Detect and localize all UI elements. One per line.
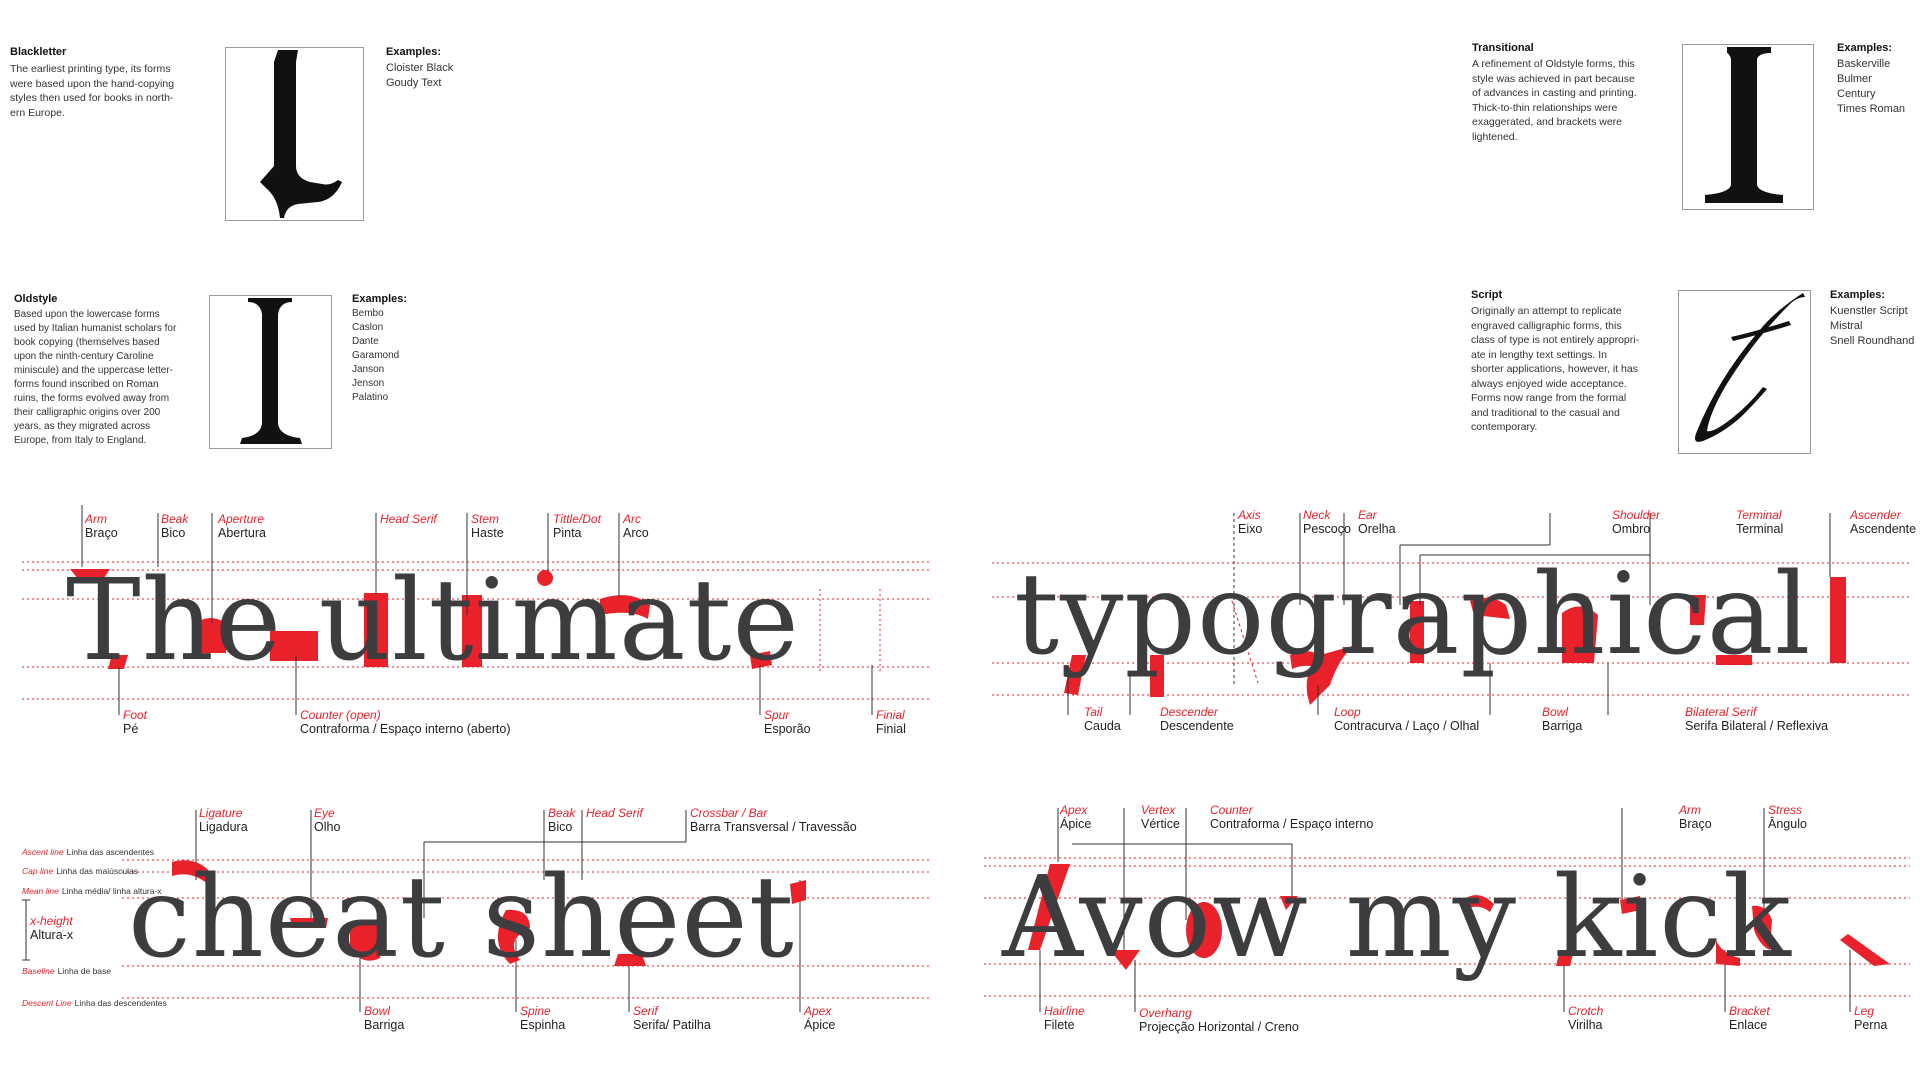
script-glyph-box xyxy=(1678,290,1811,454)
label-shoulder: Shoulder Ombro xyxy=(1612,508,1661,536)
transitional-examples-list: Baskerville Bulmer Century Times Roman xyxy=(1837,57,1905,117)
label-x-height: x-height Altura-x xyxy=(30,914,74,942)
label-tail: Tail Cauda xyxy=(1084,705,1121,733)
label-bilateral-serif: Bilateral Serif Serifa Bilateral / Reflex… xyxy=(1685,705,1829,733)
example-item: Century xyxy=(1837,88,1876,100)
example-item: Cloister Black xyxy=(386,62,454,74)
label-finial: Finial Finial xyxy=(876,708,906,736)
example-item: Baskerville xyxy=(1837,58,1891,70)
label-counter: Counter Contraforma / Espaço interno xyxy=(1210,803,1374,831)
label-aperture: Aperture Abertura xyxy=(218,512,266,540)
oldstyle-description: Based upon the lowercase forms used by I… xyxy=(14,309,177,446)
oldstyle-i-glyph xyxy=(240,298,302,444)
label-bowl-2: Bowl Barriga xyxy=(364,1004,405,1032)
label-head-serif: Head Serif xyxy=(380,512,437,526)
blackletter-examples-heading: Examples: xyxy=(386,46,442,58)
label-apex-2: Apex Ápice xyxy=(804,1004,836,1032)
oldstyle-examples-heading: Examples: xyxy=(352,293,408,305)
script-examples-heading: Examples: xyxy=(1830,289,1886,301)
label-arm-2: Arm Braço xyxy=(1679,803,1712,831)
guide-descent-line: Descent Line Linha das descendentes xyxy=(22,998,167,1008)
specimen-panel-avow-my-kick: Avow my kick xyxy=(980,800,1920,1060)
specimen-panel-cheat-sheet: cheat sheet xyxy=(0,800,940,1060)
label-spur: Spur Esporão xyxy=(764,708,811,736)
guide-mean-line: Mean line Linha média/ linha altura-x xyxy=(22,886,162,896)
label-beak: Beak Bico xyxy=(161,512,189,540)
script-examples-list: Kuenstler Script Mistral Snell Roundhand xyxy=(1830,304,1914,349)
specimen-word: cheat sheet xyxy=(128,853,795,983)
label-spine: Spine Espinha xyxy=(520,1004,566,1032)
specimen-word: The ultimate xyxy=(66,556,800,686)
label-vertex: Vertex Vértice xyxy=(1141,803,1180,831)
example-item: Jenson xyxy=(352,378,385,389)
label-hairline: Hairline Filete xyxy=(1044,1004,1085,1032)
blackletter-examples-list: Cloister Black Goudy Text xyxy=(386,61,453,91)
guide-ascent-line: Ascent line Linha das ascendentes xyxy=(22,847,155,857)
label-arm: Arm Braço xyxy=(85,512,118,540)
script-description: Originally an attempt to replicate engra… xyxy=(1471,305,1640,433)
label-apex: Apex Ápice xyxy=(1060,803,1092,831)
label-overhang: Overhang Projecção Horizontal / Creno xyxy=(1139,1006,1299,1034)
example-item: Dante xyxy=(352,336,379,347)
label-crossbar: Crossbar / Bar Barra Transversal / Traves… xyxy=(690,806,857,834)
example-item: Kuenstler Script xyxy=(1830,305,1908,317)
example-item: Bulmer xyxy=(1837,73,1872,85)
label-tittle: Tittle/Dot Pinta xyxy=(553,512,601,540)
example-item: Caslon xyxy=(352,322,384,333)
label-foot: Foot Pé xyxy=(123,708,148,736)
label-arc: Arc Arco xyxy=(623,512,649,540)
label-ligature: Ligature Ligadura xyxy=(199,806,248,834)
blackletter-glyph-box xyxy=(225,47,364,221)
example-item: Mistral xyxy=(1830,320,1863,332)
transitional-description: A refinement of Oldstyle forms, this sty… xyxy=(1472,58,1637,143)
transitional-examples-heading: Examples: xyxy=(1837,42,1893,54)
label-beak-2: Beak Bico xyxy=(548,806,576,834)
guide-baseline: Baseline Linha de base xyxy=(22,966,112,976)
label-bowl: Bowl Barriga xyxy=(1542,705,1583,733)
label-counter-open: Counter (open) Contraforma / Espaço inter… xyxy=(300,708,511,736)
label-serif: Serif Serifa/ Patilha xyxy=(633,1004,711,1032)
transitional-i-glyph xyxy=(1705,47,1783,203)
oldstyle-glyph-box xyxy=(209,295,332,449)
label-ear: Ear Orelha xyxy=(1358,508,1396,536)
specimen-word: typographical xyxy=(1014,550,1812,680)
label-descender: Descender Descendente xyxy=(1160,705,1234,733)
example-item: Snell Roundhand xyxy=(1830,335,1915,347)
blackletter-title: Blackletter xyxy=(10,46,67,58)
label-neck: Neck Pescoço xyxy=(1303,508,1351,536)
example-item: Goudy Text xyxy=(386,77,442,89)
oldstyle-title: Oldstyle xyxy=(14,293,58,305)
label-terminal: Terminal Terminal xyxy=(1736,508,1784,536)
label-axis: Axis Eixo xyxy=(1238,508,1263,536)
label-eye: Eye Olho xyxy=(314,806,341,834)
transitional-glyph-box xyxy=(1682,44,1814,210)
label-bracket: Bracket Enlace xyxy=(1729,1004,1770,1032)
example-item: Times Roman xyxy=(1837,103,1906,115)
label-head-serif-2: Head Serif xyxy=(586,806,643,820)
label-ascender: Ascender Ascendente xyxy=(1850,508,1917,536)
label-stem: Stem Haste xyxy=(471,512,504,540)
script-l-glyph xyxy=(1695,293,1805,442)
example-item: Bembo xyxy=(352,308,384,319)
blackletter-description: The earliest printing type, its forms we… xyxy=(10,63,175,119)
transitional-title: Transitional xyxy=(1472,42,1534,54)
example-item: Palatino xyxy=(352,392,389,403)
script-title: Script xyxy=(1471,289,1503,301)
label-crotch: Crotch Virilha xyxy=(1568,1004,1604,1032)
specimen-word: Avow my kick xyxy=(1002,853,1792,983)
label-stress: Stress Ângulo xyxy=(1768,803,1807,831)
guide-cap-line: Cap line Linha das maiúsculas xyxy=(22,866,138,876)
label-leg: Leg Perna xyxy=(1854,1004,1888,1032)
oldstyle-examples-list: Bembo Caslon Dante Garamond Janson Jenso… xyxy=(352,307,399,405)
example-item: Janson xyxy=(352,364,385,375)
example-item: Garamond xyxy=(352,350,400,361)
blackletter-i-glyph xyxy=(260,50,342,218)
label-loop: Loop Contracurva / Laço / Olhal xyxy=(1334,705,1480,733)
